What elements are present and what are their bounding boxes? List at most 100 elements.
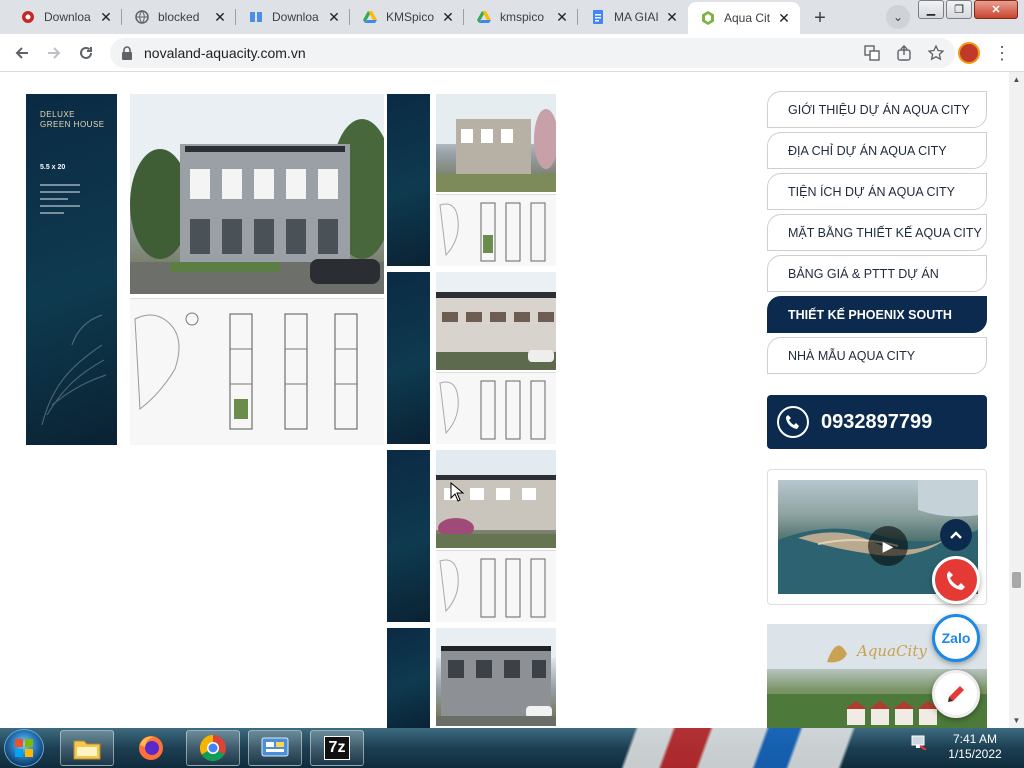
brochure-thumb-3-plans[interactable] bbox=[436, 550, 556, 622]
brochure-thumb-1-card[interactable] bbox=[387, 94, 430, 266]
back-arrow-icon bbox=[15, 47, 28, 59]
scroll-down-arrow-icon[interactable]: ▼ bbox=[1009, 713, 1024, 728]
profile-avatar[interactable] bbox=[958, 42, 980, 64]
floor-plan-graphic bbox=[134, 312, 358, 430]
tab-kmspico-2[interactable]: kmspico ✕ bbox=[464, 0, 578, 34]
page-scrollbar[interactable]: ▲ ▼ bbox=[1009, 72, 1024, 728]
reload-button[interactable] bbox=[72, 39, 100, 67]
close-icon[interactable]: ✕ bbox=[326, 9, 342, 25]
sidebar-item-mat-bang[interactable]: MẶT BẰNG THIẾT KẾ AQUA CITY bbox=[767, 214, 987, 251]
tab-title: Downloa bbox=[272, 10, 319, 24]
sidebar-item-phoenix-south[interactable]: THIẾT KẾ PHOENIX SOUTH bbox=[767, 296, 987, 333]
start-button[interactable] bbox=[4, 729, 44, 767]
close-icon[interactable]: ✕ bbox=[664, 9, 680, 25]
browser-menu-button[interactable]: ⋮ bbox=[990, 40, 1014, 66]
star-icon[interactable] bbox=[927, 43, 945, 63]
clock-date: 1/15/2022 bbox=[948, 747, 1002, 761]
townhouse-render-graphic bbox=[130, 94, 384, 294]
brochure-card-title: DELUXE GREEN HOUSE bbox=[40, 110, 105, 129]
plan-graphic bbox=[439, 202, 546, 262]
brochure-thumb-1-plans[interactable] bbox=[436, 194, 556, 266]
tab-kmspico-1[interactable]: KMSpico ✕ bbox=[350, 0, 464, 34]
reload-icon bbox=[80, 46, 92, 59]
minimize-button[interactable]: ▁ bbox=[918, 0, 944, 19]
brochure-thumb-4-render[interactable] bbox=[436, 628, 556, 726]
taskbar-7zip[interactable]: 7z bbox=[310, 730, 364, 766]
brochure-thumb-1-render[interactable] bbox=[436, 94, 556, 192]
plan-graphic bbox=[439, 558, 546, 618]
brochure-thumb-3-card[interactable] bbox=[387, 450, 430, 622]
phone-icon bbox=[777, 406, 809, 438]
close-icon[interactable]: ✕ bbox=[554, 9, 570, 25]
close-icon[interactable]: ✕ bbox=[776, 10, 792, 26]
restore-button[interactable]: ❐ bbox=[946, 0, 972, 19]
system-clock[interactable]: 7:41 AM 1/15/2022 bbox=[940, 732, 1010, 762]
mouse-cursor-icon bbox=[450, 482, 464, 502]
brochure-thumb-2-render[interactable] bbox=[436, 272, 556, 370]
forward-arrow-icon bbox=[48, 47, 61, 59]
tab-title: blocked bbox=[158, 10, 200, 24]
address-bar[interactable]: novaland-aquacity.com.vn bbox=[110, 38, 955, 68]
play-icon[interactable]: ▶ bbox=[868, 526, 908, 566]
google-drive-icon bbox=[362, 9, 378, 25]
tab-title: kmspico bbox=[500, 10, 545, 24]
lock-icon[interactable] bbox=[120, 46, 134, 60]
sidebar-item-nha-mau[interactable]: NHÀ MẪU AQUA CITY bbox=[767, 337, 987, 374]
scroll-top-button[interactable] bbox=[940, 519, 972, 551]
close-icon[interactable]: ✕ bbox=[98, 9, 114, 25]
tab-aqua-city[interactable]: Aqua Cit ✕ bbox=[688, 2, 800, 34]
back-button[interactable] bbox=[8, 39, 36, 67]
taskbar-file-explorer[interactable] bbox=[60, 730, 114, 766]
sidebar-item-bang-gia[interactable]: BẢNG GIÁ & PTTT DỰ ÁN bbox=[767, 255, 987, 292]
new-tab-button[interactable]: + bbox=[806, 4, 834, 32]
aqua-city-logo-text: AquaCity bbox=[857, 642, 927, 660]
taskbar-firefox[interactable] bbox=[124, 730, 178, 766]
tab-ma-giai[interactable]: MA GIAI ✕ bbox=[578, 0, 688, 34]
scrollbar-thumb[interactable] bbox=[1012, 572, 1021, 588]
tab-download-1[interactable]: Downloa ✕ bbox=[8, 0, 122, 34]
render-graphic bbox=[436, 628, 556, 726]
sidebar-menu: GIỚI THIỆU DỰ ÁN AQUA CITY ĐỊA CHỈ DỰ ÁN… bbox=[767, 91, 987, 378]
call-button[interactable] bbox=[932, 556, 980, 604]
tab-title: Aqua Cit bbox=[724, 11, 771, 25]
close-icon[interactable]: ✕ bbox=[212, 9, 228, 25]
sidebar-item-dia-chi[interactable]: ĐỊA CHỈ DỰ ÁN AQUA CITY bbox=[767, 132, 987, 169]
townhouse-render-image[interactable] bbox=[130, 94, 384, 294]
share-icon[interactable] bbox=[895, 43, 913, 63]
desktop-wallpaper-strip bbox=[560, 728, 920, 768]
tab-blocked[interactable]: blocked ✕ bbox=[122, 0, 236, 34]
tab-download-2[interactable]: Downloa ✕ bbox=[236, 0, 350, 34]
firefox-icon bbox=[139, 736, 163, 760]
globe-icon bbox=[134, 9, 150, 25]
tab-strip: Downloa ✕ blocked ✕ Downloa ✕ KMSpico ✕ … bbox=[0, 0, 1024, 34]
network-icon[interactable] bbox=[910, 732, 928, 750]
close-icon[interactable]: ✕ bbox=[440, 9, 456, 25]
contact-form-button[interactable] bbox=[932, 670, 980, 718]
taskbar-chrome[interactable] bbox=[186, 730, 240, 766]
sidebar-item-tien-ich[interactable]: TIỆN ÍCH DỰ ÁN AQUA CITY bbox=[767, 173, 987, 210]
brochure-thumb-2-card[interactable] bbox=[387, 272, 430, 444]
tab-title: MA GIAI bbox=[614, 10, 659, 24]
close-window-button[interactable]: ✕ bbox=[974, 0, 1018, 19]
folder-icon bbox=[73, 740, 101, 760]
scroll-up-arrow-icon[interactable]: ▲ bbox=[1009, 72, 1024, 87]
render-graphic bbox=[436, 272, 556, 370]
system-tray bbox=[910, 732, 928, 750]
page-viewport: DELUXE GREEN HOUSE 5.5 x 20 GIỚI THIỆU D… bbox=[0, 72, 1024, 728]
brochure-thumb-4-card[interactable] bbox=[387, 628, 430, 728]
translate-icon[interactable] bbox=[863, 43, 881, 63]
forward-button[interactable] bbox=[40, 39, 68, 67]
zalo-chat-button[interactable]: Zalo bbox=[932, 614, 980, 662]
brochure-cover-image[interactable]: DELUXE GREEN HOUSE 5.5 x 20 bbox=[26, 94, 117, 445]
floor-plan-image[interactable] bbox=[130, 298, 384, 445]
taskbar-control-panel[interactable] bbox=[248, 730, 302, 766]
sidebar-item-gioi-thieu[interactable]: GIỚI THIỆU DỰ ÁN AQUA CITY bbox=[767, 91, 987, 128]
tab-title: KMSpico bbox=[386, 10, 435, 24]
chrome-icon bbox=[199, 734, 226, 762]
seven-zip-icon: 7z bbox=[323, 736, 351, 760]
tab-search-button[interactable]: ⌄ bbox=[886, 5, 910, 29]
tab-title: Downloa bbox=[44, 10, 91, 24]
hotline-button[interactable]: 0932897799 bbox=[767, 395, 987, 449]
brochure-thumb-2-plans[interactable] bbox=[436, 372, 556, 444]
hotline-number: 0932897799 bbox=[821, 410, 933, 433]
